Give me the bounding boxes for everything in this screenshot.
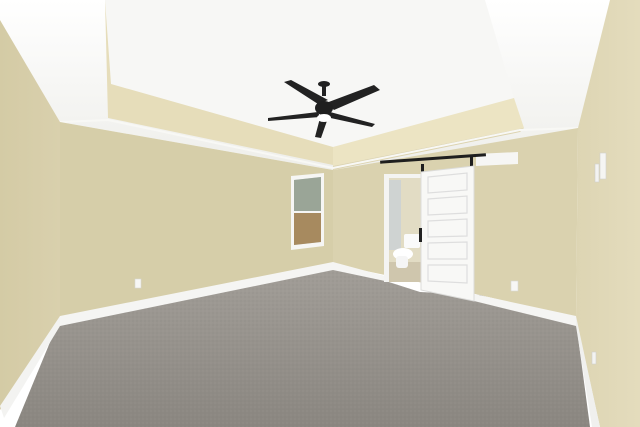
light-switch: [599, 152, 607, 180]
bathroom-shower: [389, 180, 401, 250]
fan-motor: [315, 101, 333, 115]
toilet-tank: [404, 234, 420, 248]
wall-outlet: [591, 351, 597, 365]
wall-outlet: [510, 280, 519, 292]
bedroom-photo: [0, 0, 640, 427]
toilet-base: [396, 256, 408, 268]
barn-door-handle: [419, 228, 422, 242]
thermostat: [594, 163, 600, 183]
wall-outlet: [134, 278, 142, 289]
window-trees: [294, 177, 321, 215]
fan-light: [317, 114, 331, 122]
window-fence: [294, 212, 321, 245]
